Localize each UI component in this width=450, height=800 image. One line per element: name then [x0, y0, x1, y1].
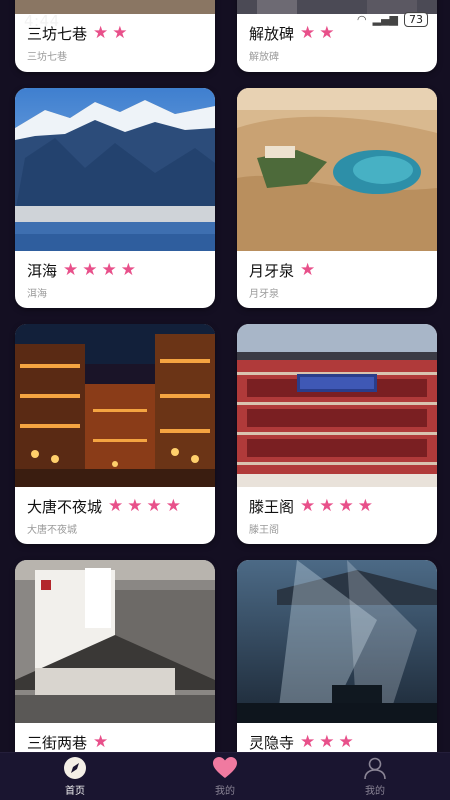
star-icon: ★ — [165, 495, 182, 516]
star-icon: ★ — [319, 731, 335, 752]
star-icon: ★ — [63, 259, 79, 280]
attraction-photo — [15, 324, 215, 487]
star-icon: ★ — [357, 495, 374, 516]
star-icon: ★ — [82, 259, 98, 280]
attractions-grid: 三坊七巷 ★ ★ 三坊七巷 解放碑 ★ ★ 解放碑 洱海 ★ ★ ★ ★ 洱海 … — [0, 0, 450, 752]
star-icon: ★ — [338, 495, 354, 516]
star-icon: ★ — [101, 259, 117, 280]
star-icon: ★ — [319, 495, 335, 516]
compass-icon — [62, 756, 88, 780]
heart-icon — [212, 756, 238, 780]
attraction-card[interactable]: 大唐不夜城 ★ ★ ★ ★ 大唐不夜城 — [15, 324, 215, 544]
star-icon: ★ — [300, 22, 316, 43]
attraction-subtitle: 洱海 — [27, 289, 47, 300]
person-icon — [362, 756, 388, 780]
attraction-photo — [15, 560, 215, 723]
star-icon: ★ — [108, 495, 124, 516]
attraction-title: 滕王阁 — [249, 497, 295, 516]
attraction-card[interactable]: 灵隐寺 ★ ★ ★ — [237, 560, 437, 752]
star-icon: ★ — [112, 22, 128, 43]
star-rating: ★ ★ ★ ★ — [108, 495, 182, 516]
attraction-card[interactable]: 三街两巷 ★ — [15, 560, 215, 752]
star-rating: ★ — [300, 259, 316, 280]
attraction-title: 三坊七巷 — [27, 24, 88, 43]
star-icon: ★ — [338, 731, 354, 752]
nav-item-favorites[interactable]: 我的 — [165, 756, 285, 797]
star-rating: ★ ★ ★ ★ — [300, 495, 374, 516]
nav-label: 我的 — [215, 786, 235, 797]
star-icon: ★ — [300, 731, 316, 752]
attraction-photo — [237, 324, 437, 487]
attraction-photo — [237, 0, 437, 14]
attraction-card[interactable]: 三坊七巷 ★ ★ 三坊七巷 — [15, 0, 215, 72]
attraction-subtitle: 滕王阁 — [249, 525, 279, 536]
star-rating: ★ ★ — [300, 22, 335, 43]
bottom-nav: 首页 我的 我的 — [0, 752, 450, 800]
nav-item-home[interactable]: 首页 — [15, 756, 135, 797]
attraction-card[interactable]: 解放碑 ★ ★ 解放碑 — [237, 0, 437, 72]
attraction-subtitle: 大唐不夜城 — [27, 525, 77, 536]
attraction-title: 灵隐寺 — [249, 733, 295, 752]
attraction-title: 大唐不夜城 — [27, 497, 103, 516]
attraction-photo — [15, 0, 215, 14]
star-icon: ★ — [319, 22, 335, 43]
star-icon: ★ — [146, 495, 162, 516]
nav-label: 我的 — [365, 786, 385, 797]
star-rating: ★ — [93, 731, 109, 752]
attraction-title: 三街两巷 — [27, 733, 88, 752]
attraction-card[interactable]: 月牙泉 ★ 月牙泉 — [237, 88, 437, 308]
star-icon: ★ — [93, 22, 109, 43]
star-icon: ★ — [93, 731, 109, 752]
attraction-title: 月牙泉 — [249, 261, 295, 280]
star-rating: ★ ★ ★ ★ — [63, 259, 137, 280]
attraction-subtitle: 三坊七巷 — [27, 52, 67, 63]
star-icon: ★ — [127, 495, 143, 516]
attraction-title: 解放碑 — [249, 24, 295, 43]
attraction-card[interactable]: 滕王阁 ★ ★ ★ ★ 滕王阁 — [237, 324, 437, 544]
attraction-subtitle: 解放碑 — [249, 52, 279, 63]
nav-item-profile[interactable]: 我的 — [315, 756, 435, 797]
attraction-subtitle: 月牙泉 — [249, 289, 279, 300]
attraction-photo — [237, 88, 437, 251]
attraction-photo — [15, 88, 215, 251]
attraction-title: 洱海 — [27, 261, 58, 280]
attraction-card[interactable]: 洱海 ★ ★ ★ ★ 洱海 — [15, 88, 215, 308]
nav-label: 首页 — [65, 786, 85, 797]
star-icon: ★ — [300, 495, 316, 516]
star-rating: ★ ★ ★ — [300, 731, 354, 752]
star-icon: ★ — [120, 259, 137, 280]
star-rating: ★ ★ — [93, 22, 128, 43]
star-icon: ★ — [300, 259, 316, 280]
attraction-photo — [237, 560, 437, 723]
